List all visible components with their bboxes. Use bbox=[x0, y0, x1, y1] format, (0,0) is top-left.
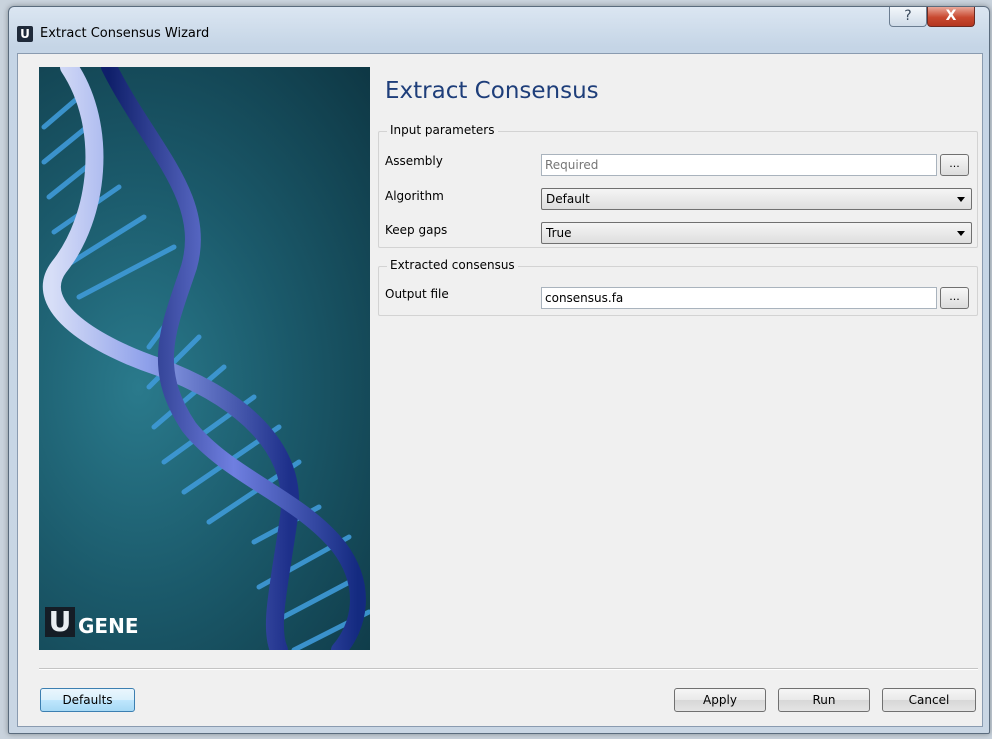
run-button[interactable]: Run bbox=[778, 688, 870, 712]
dialog-body: U GENE Extract Consensus Input parameter… bbox=[17, 53, 983, 727]
close-button[interactable]: X bbox=[927, 7, 975, 27]
output-file-browse-button[interactable]: ... bbox=[940, 287, 969, 309]
keep-gaps-selected: True bbox=[546, 226, 572, 240]
ugene-logo: U GENE bbox=[45, 607, 138, 637]
page-title: Extract Consensus bbox=[385, 78, 599, 104]
output-file-label: Output file bbox=[385, 287, 449, 301]
keep-gaps-dropdown[interactable]: True bbox=[541, 222, 972, 244]
dna-banner-image: U GENE bbox=[39, 67, 370, 650]
title-bar[interactable]: U Extract Consensus Wizard ? X bbox=[9, 7, 989, 53]
algorithm-dropdown[interactable]: Default bbox=[541, 188, 972, 210]
extracted-consensus-group: Extracted consensus Output file consensu… bbox=[378, 258, 978, 316]
input-parameters-title: Input parameters bbox=[387, 123, 498, 137]
algorithm-selected: Default bbox=[546, 192, 590, 206]
dna-helix-illustration bbox=[41, 67, 370, 650]
output-file-input[interactable]: consensus.fa bbox=[541, 287, 937, 309]
help-button[interactable]: ? bbox=[889, 7, 927, 27]
cancel-button[interactable]: Cancel bbox=[882, 688, 976, 712]
logo-text: GENE bbox=[78, 614, 139, 638]
wizard-window: U Extract Consensus Wizard ? X U GENE Ex… bbox=[8, 6, 990, 734]
assembly-browse-button[interactable]: ... bbox=[940, 154, 969, 176]
algorithm-label: Algorithm bbox=[385, 189, 444, 203]
chevron-down-icon bbox=[957, 231, 965, 236]
chevron-down-icon bbox=[957, 197, 965, 202]
window-title: Extract Consensus Wizard bbox=[40, 26, 210, 41]
input-parameters-group: Input parameters Assembly ... Algorithm … bbox=[378, 123, 978, 248]
ugene-app-icon: U bbox=[17, 26, 33, 42]
keep-gaps-label: Keep gaps bbox=[385, 223, 448, 237]
defaults-button[interactable]: Defaults bbox=[40, 688, 135, 712]
assembly-input[interactable] bbox=[541, 154, 937, 176]
extracted-consensus-title: Extracted consensus bbox=[387, 258, 518, 272]
logo-letter: U bbox=[45, 607, 75, 637]
footer-separator bbox=[39, 668, 978, 670]
apply-button[interactable]: Apply bbox=[674, 688, 766, 712]
assembly-label: Assembly bbox=[385, 154, 443, 168]
